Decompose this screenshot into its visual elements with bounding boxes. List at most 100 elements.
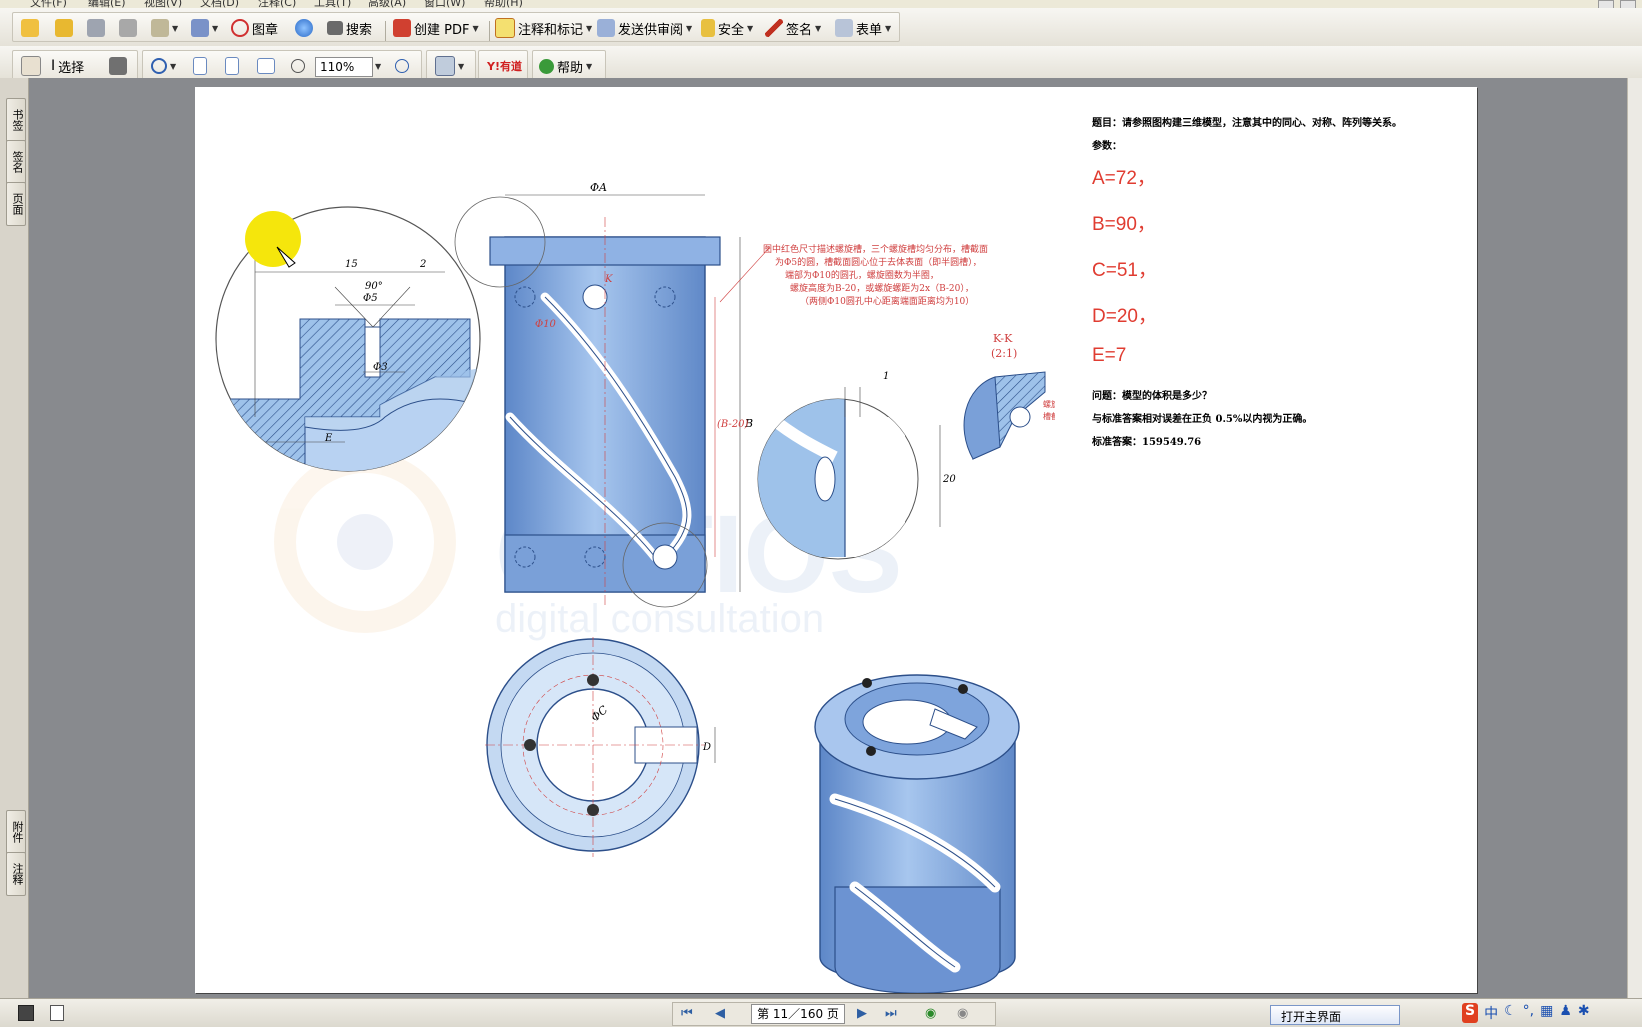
open-main-window-button[interactable]: 打开主界面 <box>1270 1005 1400 1025</box>
create-pdf-button[interactable]: 创建 PDF ▼ <box>393 18 479 38</box>
youdao-button[interactable]: Y!有道 <box>487 56 522 76</box>
dim-20: 20 <box>942 474 956 485</box>
comment-markup-button[interactable]: 注释和标记 ▼ <box>495 18 592 38</box>
engineering-drawing: CATIOS digital consultation 15 2 90° <box>215 181 1055 993</box>
plus-circle-icon <box>395 59 409 73</box>
dim-K: K <box>604 274 613 285</box>
page-layout-icon[interactable] <box>18 1005 34 1021</box>
print-button[interactable] <box>119 18 137 38</box>
window-restore-button[interactable] <box>1598 0 1614 8</box>
send-review-button[interactable]: 发送供审阅 ▼ <box>597 18 692 38</box>
rotate-page-icon <box>435 56 455 76</box>
ime-mode[interactable]: 中 <box>1484 1003 1498 1023</box>
toolbar-separator <box>489 21 490 41</box>
sogou-ime-icon[interactable]: S <box>1462 1003 1479 1023</box>
first-page-icon[interactable]: ⏮ <box>681 1006 693 1021</box>
punctuation-icon[interactable]: °, <box>1523 1003 1534 1023</box>
top-view: ΦC D <box>485 637 716 857</box>
vertical-scrollbar[interactable] <box>1627 78 1642 998</box>
save-button[interactable] <box>87 18 105 38</box>
chevron-down-icon: ▼ <box>212 23 219 33</box>
attach-button[interactable]: ▼ <box>191 18 218 38</box>
menu-advanced[interactable]: 高级(A) <box>368 0 406 8</box>
tab-attachments[interactable]: 附件 <box>6 810 26 854</box>
actual-size-button[interactable] <box>193 56 207 76</box>
sign-label: 签名 <box>786 22 813 38</box>
snapshot-button[interactable] <box>109 56 127 76</box>
main-toolbar: ▼ ▼ 图章 搜索 创建 PDF ▼ 注释和标记 ▼ 发送供审阅 ▼ 安全 ▼ 签名 ▼ … <box>0 8 1642 47</box>
section-note: 槽截面 <box>1043 411 1055 421</box>
next-page-icon[interactable]: ▶ <box>857 1006 867 1021</box>
menu-document[interactable]: 文档(D) <box>200 0 239 8</box>
section-view-kk: K-K (2:1) 螺旋槽 槽截面 <box>963 332 1055 460</box>
menu-comments[interactable]: 注释(C) <box>258 0 296 8</box>
dim-15: 15 <box>345 259 358 270</box>
dim-phiA: ΦA <box>590 181 607 194</box>
chevron-down-icon: ▼ <box>375 61 382 71</box>
param-A: A=72， <box>1092 168 1156 189</box>
toolbar-group-zoom: ▼ 110% ▼ <box>142 50 422 80</box>
fit-width-icon <box>257 58 275 74</box>
settings-icon[interactable]: ✱ <box>1578 1003 1590 1023</box>
navigation-panel: 书签 签名 页面 附件 注释 <box>0 78 29 998</box>
hand-tool-button[interactable] <box>21 56 41 76</box>
forms-button[interactable]: 表单 ▼ <box>835 18 891 38</box>
dim-E: E <box>324 433 333 444</box>
stamp-icon <box>231 19 249 37</box>
sign-button[interactable]: 签名 ▼ <box>765 18 821 38</box>
tab-pages[interactable]: 页面 <box>6 182 26 226</box>
menu-tools[interactable]: 工具(T) <box>314 0 351 8</box>
page-navigation: ⏮ ◀ 第 11／160 页 ▶ ⏭ ◉ ◉ <box>672 1002 996 1026</box>
window-close-button[interactable] <box>1620 0 1636 8</box>
select-tool-button[interactable]: I 选择 <box>51 56 84 76</box>
chevron-down-icon: ▼ <box>686 23 693 33</box>
keyboard-icon[interactable]: ▦ <box>1540 1003 1553 1023</box>
page-icon <box>193 57 207 75</box>
zoom-out-button[interactable] <box>291 56 305 76</box>
toolbar-separator <box>385 21 386 41</box>
section-scale: (2:1) <box>991 347 1017 360</box>
zoom-in-tool-button[interactable]: ▼ <box>151 56 176 76</box>
menu-window[interactable]: 窗口(W) <box>424 0 465 8</box>
folder-open-icon <box>21 19 39 37</box>
forms-label: 表单 <box>856 22 883 38</box>
email-button[interactable]: ▼ <box>151 18 178 38</box>
dim-2: 2 <box>419 259 426 270</box>
stamp-button[interactable]: 图章 <box>231 18 278 38</box>
menu-view[interactable]: 视图(V) <box>144 0 182 8</box>
tab-signatures[interactable]: 签名 <box>6 140 26 184</box>
fit-width-button[interactable] <box>257 56 275 76</box>
chevron-down-icon: ▼ <box>747 23 754 33</box>
lock-icon <box>701 19 715 37</box>
forward-view-icon[interactable]: ◉ <box>957 1006 968 1021</box>
menu-help[interactable]: 帮助(H) <box>484 0 523 8</box>
help-button[interactable]: 帮助 ▼ <box>539 56 592 76</box>
security-button[interactable]: 安全 ▼ <box>701 18 753 38</box>
zoom-dropdown[interactable]: ▼ <box>375 56 381 76</box>
toolbar-group-youdao: Y!有道 <box>478 50 528 80</box>
system-tray: S 中 ☾ °, ▦ ♟ ✱ <box>1462 1003 1590 1023</box>
fit-page-button[interactable] <box>225 56 239 76</box>
magnifier-icon <box>151 58 167 74</box>
page-icon[interactable] <box>50 1005 64 1021</box>
back-view-icon[interactable]: ◉ <box>925 1006 936 1021</box>
menu-file[interactable]: 文件(F) <box>30 0 67 8</box>
previous-page-icon[interactable]: ◀ <box>715 1006 725 1021</box>
open-button[interactable] <box>21 18 39 38</box>
user-icon[interactable]: ♟ <box>1559 1003 1572 1023</box>
select-label: 选择 <box>58 60 85 76</box>
zoom-in-button[interactable] <box>395 56 409 76</box>
zoom-input[interactable]: 110% <box>315 57 373 77</box>
tab-bookmarks[interactable]: 书签 <box>6 98 26 142</box>
tab-comments[interactable]: 注释 <box>6 852 26 896</box>
moon-icon[interactable]: ☾ <box>1504 1003 1517 1023</box>
organizer-button[interactable] <box>55 18 73 38</box>
page-number-input[interactable]: 第 11／160 页 <box>751 1004 845 1024</box>
rotate-button[interactable]: ▼ <box>435 56 464 76</box>
search-button[interactable]: 搜索 <box>327 18 372 38</box>
web-button[interactable] <box>295 18 313 38</box>
last-page-icon[interactable]: ⏭ <box>885 1006 897 1021</box>
menu-edit[interactable]: 编辑(E) <box>88 0 126 8</box>
chevron-down-icon: ▼ <box>586 23 593 33</box>
view-toolbar: I 选择 ▼ 110% ▼ ▼ Y!有道 帮助 ▼ <box>0 46 1642 80</box>
